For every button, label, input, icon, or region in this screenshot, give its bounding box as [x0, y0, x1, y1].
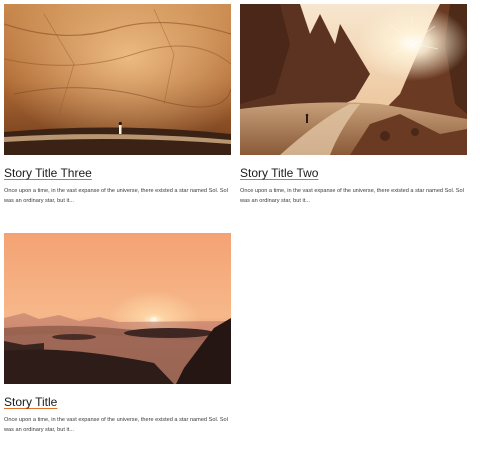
- canyon-path-sunburst-image: [240, 4, 467, 155]
- story-title-link[interactable]: Story Title: [4, 395, 57, 410]
- story-excerpt: Once upon a time, in the vast expanse of…: [4, 417, 228, 433]
- story-card: Story Title Three Once upon a time, in t…: [4, 4, 231, 206]
- story-excerpt: Once upon a time, in the vast expanse of…: [240, 188, 464, 204]
- story-image-link[interactable]: [4, 4, 231, 155]
- story-title-link[interactable]: Story Title Two: [240, 166, 318, 181]
- story-image-link[interactable]: [4, 233, 231, 384]
- story-excerpt: Once upon a time, in the vast expanse of…: [4, 188, 228, 204]
- story-grid: Story Title Three Once upon a time, in t…: [0, 0, 480, 464]
- story-card: Story Title Two Once upon a time, in the…: [240, 4, 467, 206]
- desert-sunset-image: [4, 233, 231, 384]
- story-card: Story Title Once upon a time, in the vas…: [4, 233, 231, 435]
- canyon-cave-overhang-image: [4, 4, 231, 155]
- story-image-link[interactable]: [240, 4, 467, 155]
- story-title-link[interactable]: Story Title Three: [4, 166, 92, 181]
